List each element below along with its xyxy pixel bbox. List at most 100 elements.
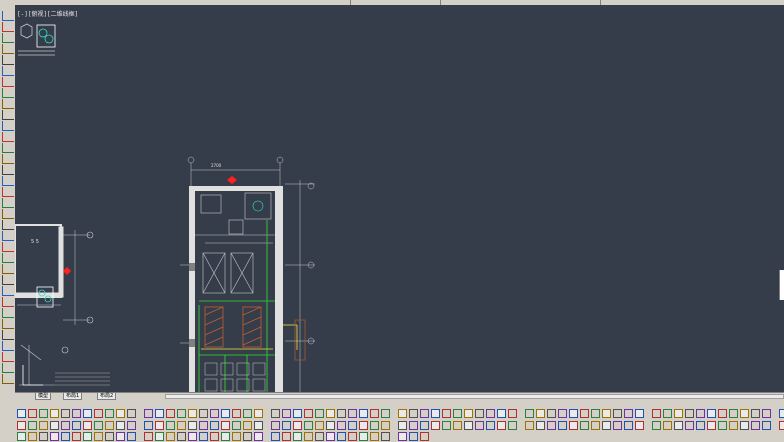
- help-icon[interactable]: [613, 421, 622, 430]
- offset-icon[interactable]: [271, 421, 280, 430]
- rotate-icon[interactable]: [221, 421, 230, 430]
- offset-icon[interactable]: [729, 421, 738, 430]
- move-icon[interactable]: [508, 409, 517, 418]
- pan-icon[interactable]: [348, 421, 357, 430]
- fillet-icon[interactable]: [304, 421, 313, 430]
- tab-layout1[interactable]: 布局1: [63, 393, 83, 400]
- move-icon[interactable]: [199, 421, 208, 430]
- block-icon[interactable]: [2, 121, 14, 131]
- extend-icon[interactable]: [718, 421, 727, 430]
- layer-icon[interactable]: [420, 421, 429, 430]
- fillet-icon[interactable]: [536, 421, 545, 430]
- scale-icon[interactable]: [232, 421, 241, 430]
- layer-icon[interactable]: [729, 409, 738, 418]
- print-icon[interactable]: [94, 432, 103, 441]
- chamfer-icon[interactable]: [547, 421, 556, 430]
- save-icon[interactable]: [475, 409, 484, 418]
- zoom-icon[interactable]: [569, 421, 578, 430]
- extend-icon[interactable]: [337, 409, 346, 418]
- table-icon[interactable]: [2, 308, 14, 318]
- copy-icon[interactable]: [751, 409, 760, 418]
- polygon-icon[interactable]: [2, 374, 14, 384]
- chamfer-icon[interactable]: [83, 421, 92, 430]
- help-icon[interactable]: [304, 432, 313, 441]
- trim-icon[interactable]: [243, 421, 252, 430]
- zoom-icon[interactable]: [337, 421, 346, 430]
- trim-icon[interactable]: [398, 432, 407, 441]
- fillet-icon[interactable]: [381, 409, 390, 418]
- match-icon[interactable]: [370, 421, 379, 430]
- mirror-icon[interactable]: [359, 409, 368, 418]
- line-icon[interactable]: [2, 165, 14, 175]
- dimension-icon[interactable]: [177, 409, 186, 418]
- chamfer-icon[interactable]: [232, 432, 241, 441]
- offset-icon[interactable]: [580, 409, 589, 418]
- offset-icon[interactable]: [116, 409, 125, 418]
- extend-icon[interactable]: [254, 421, 263, 430]
- rectangle-icon[interactable]: [2, 209, 14, 219]
- scale-icon[interactable]: [83, 409, 92, 418]
- mirror-icon[interactable]: [282, 421, 291, 430]
- copy-icon[interactable]: [127, 432, 136, 441]
- match-icon[interactable]: [453, 409, 462, 418]
- match-icon[interactable]: [221, 409, 230, 418]
- window-edge-handle[interactable]: [779, 270, 784, 300]
- scale-icon[interactable]: [779, 409, 784, 418]
- arc-icon[interactable]: [2, 44, 14, 54]
- chamfer-icon[interactable]: [315, 421, 324, 430]
- copy-icon[interactable]: [359, 432, 368, 441]
- rotate-icon[interactable]: [144, 432, 153, 441]
- array-icon[interactable]: [525, 421, 534, 430]
- rectangle-icon[interactable]: [2, 55, 14, 65]
- mirror-icon[interactable]: [199, 432, 208, 441]
- trim-icon[interactable]: [94, 409, 103, 418]
- layer-icon[interactable]: [652, 421, 661, 430]
- arc-icon[interactable]: [2, 198, 14, 208]
- polyline-icon[interactable]: [2, 22, 14, 32]
- save-icon[interactable]: [315, 432, 324, 441]
- move-icon[interactable]: [282, 409, 291, 418]
- properties-icon[interactable]: [359, 421, 368, 430]
- region-icon[interactable]: [2, 297, 14, 307]
- array-icon[interactable]: [602, 409, 611, 418]
- array-icon[interactable]: [751, 421, 760, 430]
- match-icon[interactable]: [144, 421, 153, 430]
- properties-icon[interactable]: [50, 432, 59, 441]
- extend-icon[interactable]: [28, 421, 37, 430]
- offset-icon[interactable]: [497, 421, 506, 430]
- circle-icon[interactable]: [2, 33, 14, 43]
- offset-icon[interactable]: [420, 432, 429, 441]
- mirror-icon[interactable]: [127, 409, 136, 418]
- layer-icon[interactable]: [188, 421, 197, 430]
- move-icon[interactable]: [740, 409, 749, 418]
- rotate-icon[interactable]: [370, 432, 379, 441]
- extend-icon[interactable]: [177, 432, 186, 441]
- tab-model[interactable]: 模型: [35, 393, 52, 400]
- fillet-icon[interactable]: [762, 421, 771, 430]
- layer-icon[interactable]: [497, 409, 506, 418]
- chamfer-icon[interactable]: [166, 409, 175, 418]
- rotate-icon[interactable]: [453, 421, 462, 430]
- scale-icon[interactable]: [464, 421, 473, 430]
- zoom-icon[interactable]: [105, 421, 114, 430]
- pan-icon[interactable]: [431, 409, 440, 418]
- print-icon[interactable]: [409, 421, 418, 430]
- help-icon[interactable]: [155, 421, 164, 430]
- fillet-icon[interactable]: [72, 421, 81, 430]
- pan-icon[interactable]: [580, 421, 589, 430]
- print-icon[interactable]: [177, 421, 186, 430]
- fillet-icon[interactable]: [155, 409, 164, 418]
- polygon-icon[interactable]: [2, 66, 14, 76]
- match-icon[interactable]: [602, 421, 611, 430]
- dimension-icon[interactable]: [326, 421, 335, 430]
- dimension-icon[interactable]: [409, 409, 418, 418]
- move-icon[interactable]: [50, 409, 59, 418]
- dimension-icon[interactable]: [635, 409, 644, 418]
- dimension-icon[interactable]: [94, 421, 103, 430]
- print-icon[interactable]: [635, 421, 644, 430]
- circle-icon[interactable]: [2, 187, 14, 197]
- scale-icon[interactable]: [315, 409, 324, 418]
- rotate-icon[interactable]: [536, 409, 545, 418]
- polygon-icon[interactable]: [2, 220, 14, 230]
- rotate-icon[interactable]: [72, 409, 81, 418]
